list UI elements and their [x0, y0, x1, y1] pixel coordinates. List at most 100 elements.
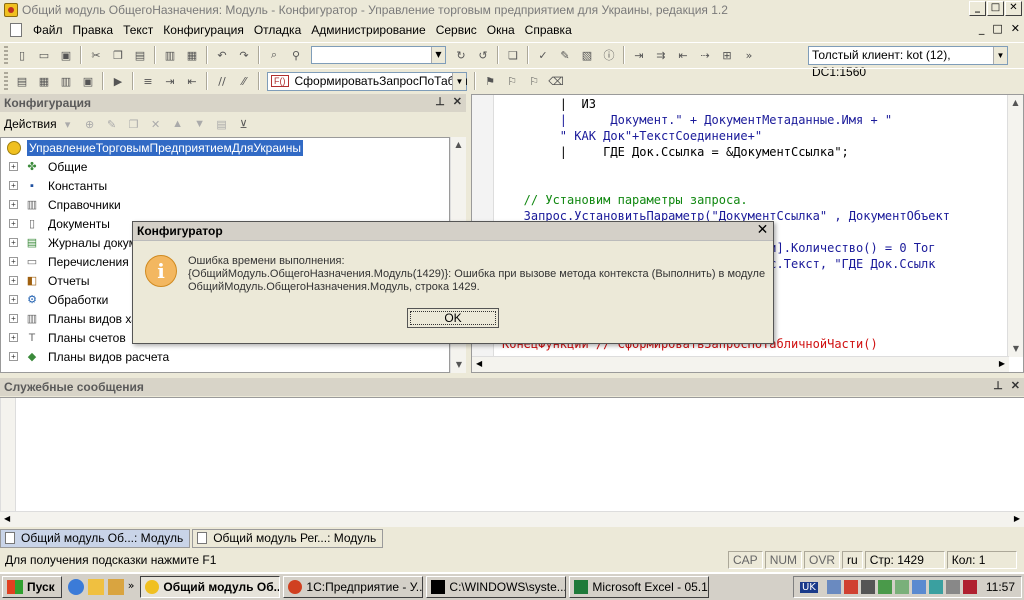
indent-icon[interactable]: ⇥ — [162, 73, 178, 89]
undo-icon[interactable]: ↶ — [214, 47, 230, 63]
close-button[interactable]: ✕ — [1005, 1, 1022, 16]
tray-app-icon[interactable] — [877, 580, 892, 594]
expand-icon[interactable]: + — [9, 352, 18, 361]
scroll-up-icon[interactable]: ▲ — [1008, 95, 1023, 111]
database-icon[interactable]: ▥ — [58, 73, 74, 89]
search-dropdown-icon[interactable]: ▼ — [431, 47, 445, 63]
find-next-icon[interactable]: ↻ — [453, 47, 469, 63]
maximize-button[interactable]: □ — [987, 1, 1004, 16]
tray-app-icon[interactable] — [928, 580, 943, 594]
step-over-icon[interactable]: ⇉ — [653, 47, 669, 63]
actions-menu[interactable]: Действия — [4, 117, 57, 131]
cut-icon[interactable]: ✂ — [88, 47, 104, 63]
menu-file[interactable]: Файл — [28, 23, 68, 37]
volume-icon[interactable] — [860, 580, 875, 594]
step-out-icon[interactable]: ⇤ — [675, 47, 691, 63]
toolbar-grip-2[interactable] — [4, 72, 8, 90]
pin-icon[interactable]: ⊥ — [993, 379, 1003, 392]
task-configurator[interactable]: Общий модуль Об... — [140, 576, 281, 598]
bookmark-icon[interactable]: ⚑ — [482, 73, 498, 89]
table-icon[interactable]: ▣ — [80, 73, 96, 89]
kaspersky-icon[interactable] — [962, 580, 977, 594]
tree-item-catalogs[interactable]: + ▥ Справочники — [1, 195, 449, 214]
expand-icon[interactable]: + — [9, 257, 18, 266]
scroll-down-icon[interactable]: ▼ — [451, 357, 467, 373]
ok-button[interactable]: OK — [407, 308, 499, 328]
new-icon[interactable]: ▯ — [14, 47, 30, 63]
window-tab-general-module[interactable]: Общий модуль Об...: Модуль — [0, 528, 191, 548]
procedure-select[interactable]: F() СформироватьЗапросПоТабли ▼ — [267, 71, 468, 91]
messages-vscrollbar[interactable] — [0, 398, 16, 512]
evaluate-icon[interactable]: ⊞ — [719, 47, 735, 63]
menu-edit[interactable]: Правка — [68, 23, 119, 37]
bookmark-clear-icon[interactable]: ⌫ — [548, 73, 564, 89]
redo-icon[interactable]: ↷ — [236, 47, 252, 63]
mdi-restore-button[interactable]: □ — [992, 22, 1002, 35]
config-close-icon[interactable]: ✕ — [453, 95, 462, 108]
tree-root[interactable]: УправлениеТорговымПредприятиемДляУкраины — [1, 138, 449, 157]
search-input[interactable]: ▼ — [311, 46, 446, 64]
menu-help[interactable]: Справка — [520, 23, 577, 37]
task-cmd[interactable]: C:\WINDOWS\syste... — [426, 576, 567, 598]
format-icon[interactable]: ≡ — [140, 73, 156, 89]
move-up-icon[interactable]: ▲ — [170, 116, 186, 132]
expand-icon[interactable]: + — [9, 200, 18, 209]
template-icon[interactable]: ▦ — [36, 73, 52, 89]
bookmark-prev-icon[interactable]: ⚐ — [526, 73, 542, 89]
editor-hscrollbar[interactable]: ◀ ▶ — [472, 356, 1009, 372]
tree-root-label[interactable]: УправлениеТорговымПредприятиемДляУкраины — [27, 139, 303, 156]
expand-icon[interactable]: + — [9, 333, 18, 342]
mdi-minimize-button[interactable]: _ — [979, 22, 985, 35]
preview-icon[interactable]: ▦ — [184, 47, 200, 63]
info-icon[interactable]: ⓘ — [601, 47, 617, 63]
task-excel[interactable]: Microsoft Excel - 05.1... — [569, 576, 710, 598]
comment-icon[interactable]: // — [214, 73, 230, 89]
antivirus-icon[interactable] — [843, 580, 858, 594]
outlook-icon[interactable] — [107, 579, 124, 595]
toolbar-grip[interactable] — [4, 46, 8, 64]
dialog-close-button[interactable]: ✕ — [754, 223, 771, 239]
tree-item-constants[interactable]: + ▪ Константы — [1, 176, 449, 195]
expand-icon[interactable]: + — [9, 181, 18, 190]
procedure-dropdown-icon[interactable]: ▼ — [452, 72, 466, 90]
expand-icon[interactable]: + — [9, 295, 18, 304]
client-mode-dropdown-icon[interactable]: ▼ — [993, 47, 1007, 64]
quick-launch-more[interactable]: » — [128, 579, 135, 595]
insert-icon[interactable]: ▶ — [110, 73, 126, 89]
menu-text[interactable]: Текст — [118, 23, 158, 37]
find-prev-icon[interactable]: ↺ — [475, 47, 491, 63]
messages-area[interactable]: ◀ ▶ — [0, 397, 1024, 527]
menu-administration[interactable]: Администрирование — [306, 23, 430, 37]
menu-debug[interactable]: Отладка — [249, 23, 306, 37]
client-mode-select[interactable]: Толстый клиент: kot (12), DC1:1560 ▼ — [808, 46, 1008, 79]
scroll-down-icon[interactable]: ▼ — [1008, 341, 1023, 357]
paste-icon[interactable]: ▤ — [132, 47, 148, 63]
copy-icon[interactable]: ❐ — [110, 47, 126, 63]
scroll-up-icon[interactable]: ▲ — [451, 137, 466, 153]
syntax-check-icon[interactable]: ✓ — [535, 47, 551, 63]
editor-vscrollbar[interactable]: ▲ ▼ — [1007, 95, 1023, 357]
find-in-files-icon[interactable]: ⌕ — [266, 47, 282, 63]
delete-icon[interactable]: ✕ — [148, 116, 164, 132]
expand-icon[interactable]: + — [9, 314, 18, 323]
messages-close-icon[interactable]: ✕ — [1011, 379, 1020, 392]
menu-windows[interactable]: Окна — [482, 23, 520, 37]
copy-item-icon[interactable]: ❐ — [126, 116, 142, 132]
move-down-icon[interactable]: ▼ — [192, 116, 208, 132]
module-icon[interactable]: ▧ — [579, 47, 595, 63]
network-icon[interactable] — [826, 580, 841, 594]
messages-hscrollbar[interactable]: ◀ ▶ — [0, 511, 1024, 527]
add-icon[interactable]: ⊕ — [82, 116, 98, 132]
status-lang[interactable]: ru — [842, 550, 863, 569]
expand-icon[interactable]: + — [9, 219, 18, 228]
explorer-icon[interactable] — [87, 579, 104, 595]
expand-icon[interactable]: + — [9, 276, 18, 285]
open-icon[interactable]: ▭ — [36, 47, 52, 63]
window-tab-reg-module[interactable]: Общий модуль Рег...: Модуль — [192, 528, 384, 548]
save-icon[interactable]: ▣ — [58, 47, 74, 63]
tree-item-common[interactable]: + ✤ Общие — [1, 157, 449, 176]
bookmark-next-icon[interactable]: ⚐ — [504, 73, 520, 89]
outdent-icon[interactable]: ⇤ — [184, 73, 200, 89]
windows-icon[interactable]: ❏ — [505, 47, 521, 63]
uncomment-icon[interactable]: ⁄⁄ — [236, 73, 252, 89]
